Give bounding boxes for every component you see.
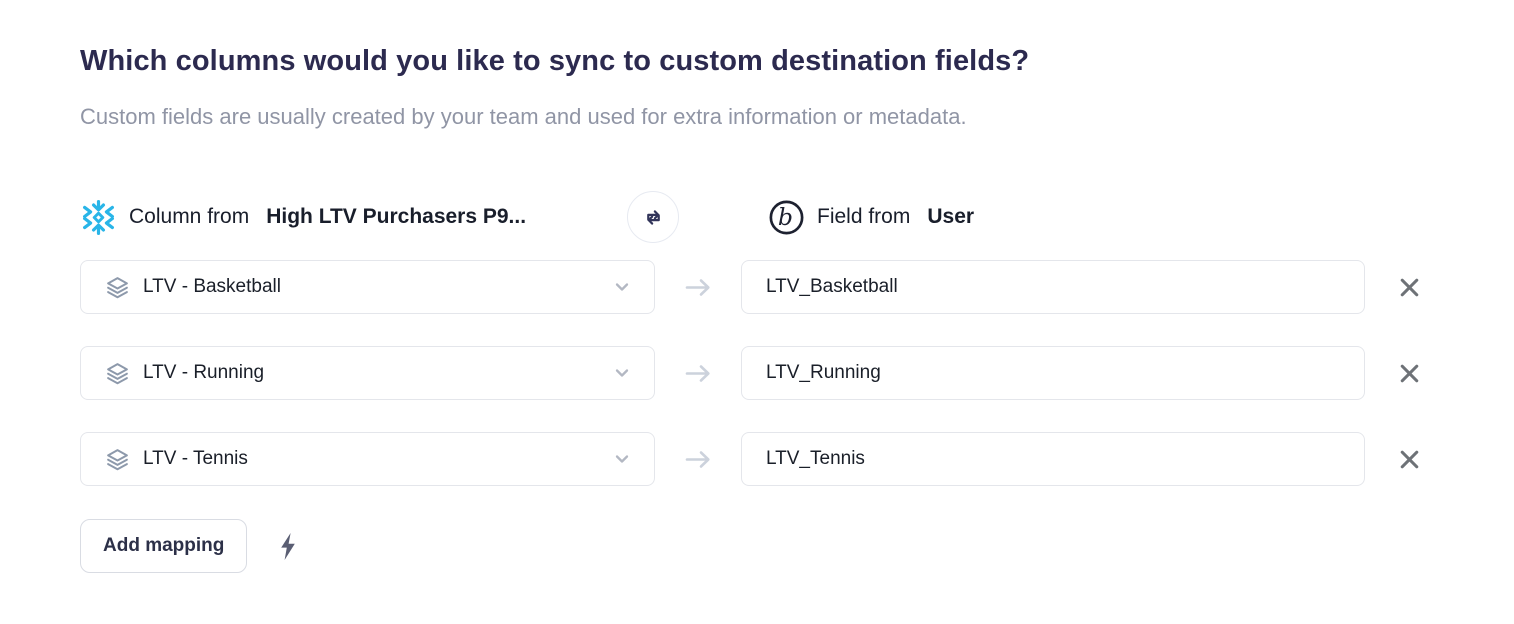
layers-icon: [105, 275, 130, 300]
destination-field-input[interactable]: [741, 260, 1365, 314]
suggest-mappings-button[interactable]: [278, 532, 298, 561]
arrow-right-icon: [655, 346, 741, 400]
source-column-select[interactable]: LTV - Basketball: [80, 260, 655, 314]
x-icon: [1396, 446, 1423, 473]
remove-zone: [1365, 260, 1453, 314]
arrow-right-icon: [655, 432, 741, 486]
layers-icon: [105, 447, 130, 472]
lightning-icon: [278, 532, 298, 561]
destination-field-input[interactable]: [741, 432, 1365, 486]
arrow-right-icon: [655, 260, 741, 314]
destination-header-object-name: User: [927, 205, 974, 229]
x-icon: [1396, 360, 1423, 387]
mapping-row: LTV - Tennis: [80, 432, 1514, 486]
remove-mapping-button[interactable]: [1392, 270, 1426, 304]
source-column-select[interactable]: LTV - Tennis: [80, 432, 655, 486]
source-header-prefix: Column from: [129, 205, 249, 229]
source-column-value: LTV - Basketball: [143, 276, 597, 298]
destination-header-prefix: Field from: [817, 205, 910, 229]
sync-mapping-panel: Which columns would you like to sync to …: [0, 0, 1514, 573]
source-column-header: Column from High LTV Purchasers P9...: [80, 191, 526, 243]
chevron-down-icon: [610, 361, 634, 385]
page-title: Which columns would you like to sync to …: [80, 43, 1514, 79]
chevron-down-icon: [610, 447, 634, 471]
braze-logo-icon: b: [768, 199, 805, 236]
x-icon: [1396, 274, 1423, 301]
destination-field-input[interactable]: [741, 346, 1365, 400]
source-column-value: LTV - Running: [143, 362, 597, 384]
source-column-select[interactable]: LTV - Running: [80, 346, 655, 400]
remove-zone: [1365, 346, 1453, 400]
snowflake-logo-icon: [80, 199, 117, 236]
swap-mapping-direction-button[interactable]: [627, 191, 679, 243]
remove-mapping-button[interactable]: [1392, 442, 1426, 476]
page-subtitle: Custom fields are usually created by you…: [80, 103, 1514, 131]
source-header-model-name: High LTV Purchasers P9...: [266, 205, 526, 229]
mapping-headers: Column from High LTV Purchasers P9... b F…: [80, 191, 1460, 243]
add-mapping-button[interactable]: Add mapping: [80, 519, 247, 573]
swap-arrows-icon: [642, 206, 665, 229]
mapping-actions: Add mapping: [80, 519, 1514, 573]
chevron-down-icon: [610, 275, 634, 299]
destination-field-header: b Field from User: [768, 191, 974, 243]
remove-zone: [1365, 432, 1453, 486]
svg-text:b: b: [778, 203, 793, 231]
source-column-value: LTV - Tennis: [143, 448, 597, 470]
remove-mapping-button[interactable]: [1392, 356, 1426, 390]
layers-icon: [105, 361, 130, 386]
mapping-row: LTV - Running: [80, 346, 1514, 400]
mapping-row: LTV - Basketball: [80, 260, 1514, 314]
